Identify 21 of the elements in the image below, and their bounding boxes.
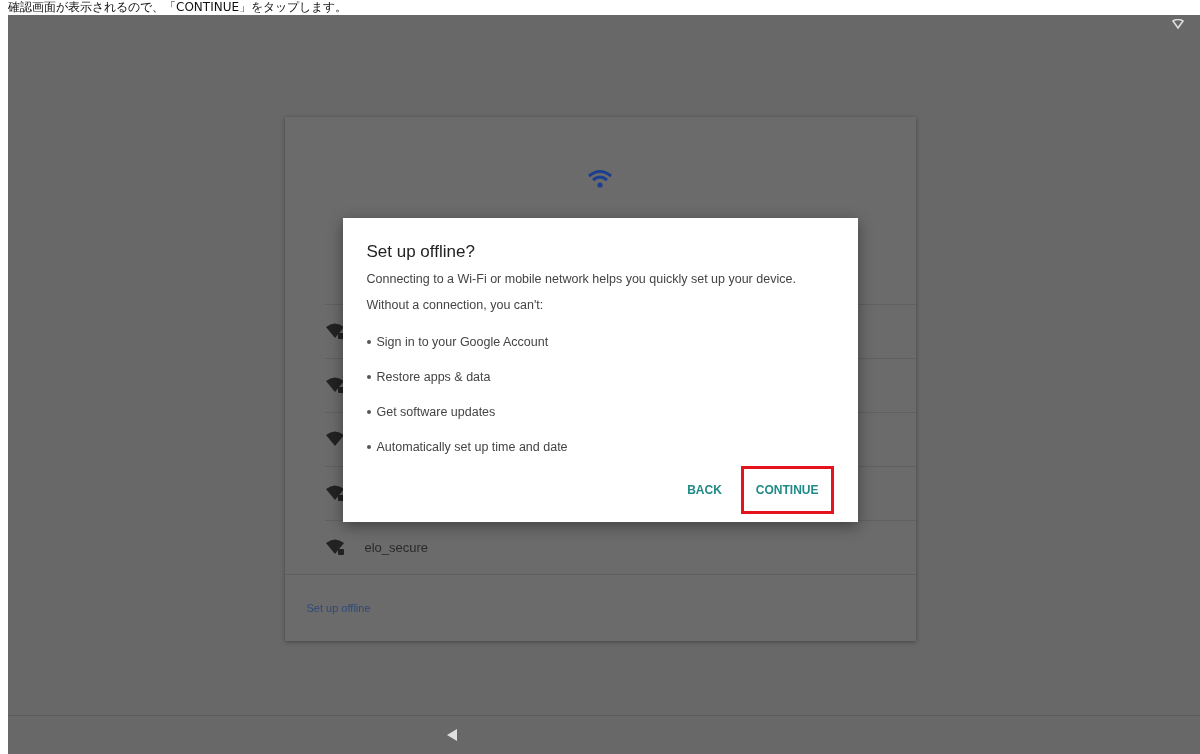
- wifi-lock-icon: [324, 484, 345, 503]
- list-heading: Without a connection, you can't:: [366, 298, 545, 314]
- back-icon[interactable]: [446, 728, 458, 742]
- list-item: Get software updates: [376, 404, 496, 419]
- caption-text: 確認画面が表示されるので、「CONTINUE」をタップします。: [7, 0, 348, 15]
- list-item: Restore apps & data: [376, 369, 491, 384]
- wifi-status-icon: [1172, 19, 1184, 29]
- list-item: Automatically set up time and date: [376, 439, 568, 454]
- bullet-icon: [366, 339, 371, 344]
- wifi-lock-icon: [324, 376, 345, 395]
- dialog-title: Set up offline?: [366, 242, 476, 262]
- dialog-message: Connecting to a Wi-Fi or mobile network helps you quickly set up your device.: [366, 272, 797, 286]
- network-name[interactable]: elo_secure: [364, 539, 429, 555]
- wifi-lock-icon: [324, 538, 345, 557]
- list-item: Sign in to your Google Account: [376, 334, 549, 349]
- bullet-icon: [366, 444, 371, 449]
- wifi-icon: [587, 169, 613, 189]
- dialog-button[interactable]: CONTINUE: [740, 466, 834, 514]
- wifi-lock-icon: [324, 322, 345, 341]
- bullet-icon: [366, 374, 371, 379]
- bullet-icon: [366, 409, 371, 414]
